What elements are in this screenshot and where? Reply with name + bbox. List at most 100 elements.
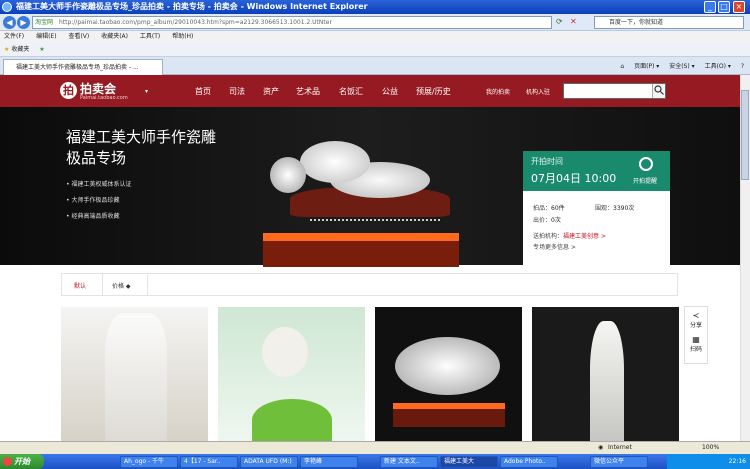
nav-preview-history[interactable]: 预展/历史 (416, 86, 451, 97)
green-dress-image (252, 399, 332, 441)
lots-count: 拍品：60件 (533, 203, 565, 212)
back-button[interactable]: ◀ (3, 16, 16, 29)
filter-bar: 默认 价格 ◆ (61, 273, 678, 296)
status-bar: ◉ Internet 100% (0, 441, 750, 454)
task-adata[interactable]: ADATA UFD (M:) (240, 456, 298, 468)
task-liyanfeng[interactable]: 李艳峰 (300, 456, 358, 468)
porcelain-chain-image (310, 219, 440, 227)
nav-my-auction[interactable]: 我的拍卖 (486, 87, 510, 96)
menu-help[interactable]: 帮助(H) (172, 33, 193, 40)
internet-zone-icon: ◉ (598, 444, 604, 451)
help-icon[interactable]: ? (741, 63, 744, 70)
minimize-button[interactable]: _ (704, 1, 716, 13)
menu-file[interactable]: 文件(F) (4, 33, 24, 40)
share-icon[interactable]: ≺ (685, 311, 707, 320)
views-label: 围观： (595, 205, 614, 212)
menu-edit[interactable]: 编辑(E) (36, 33, 56, 40)
zoom-level[interactable]: 100% (702, 442, 719, 454)
nav-assets[interactable]: 资产 (263, 86, 279, 97)
address-tag: 淘宝网 (35, 19, 54, 26)
scrollbar-thumb[interactable] (741, 90, 749, 180)
home-icon[interactable]: ⌂ (620, 63, 624, 70)
page-viewport: 拍 拍卖会 Paimai.taobao.com ▾ 首页 司法 资产 艺术品 名… (0, 75, 740, 441)
banner-title: 福建工美大师手作瓷雕 极品专场 (66, 127, 266, 169)
product-base-image (393, 403, 505, 427)
start-button[interactable]: 开始 (0, 454, 44, 469)
favorites-bar: ★ 收藏夹 ★ (0, 42, 750, 57)
clock-icon[interactable] (639, 157, 653, 171)
search-button[interactable] (652, 84, 665, 98)
banner-title-line2: 极品专场 (66, 149, 127, 167)
remind-button[interactable]: 开拍提醒 (633, 176, 657, 185)
more-info-link[interactable]: 专场更多信息 > (533, 242, 576, 251)
safety-menu[interactable]: 安全(S) ▾ (669, 63, 694, 70)
share-label[interactable]: 分享 (685, 320, 707, 329)
auction-time-header: 开拍时间 07月04日 10:00 开拍提醒 (523, 151, 670, 191)
task-ie-active[interactable]: 福建工美大 (440, 456, 498, 468)
lots-label: 拍品： (533, 205, 552, 212)
search-input[interactable]: 百度一下，你就知道 (594, 16, 744, 29)
product-card[interactable] (218, 307, 365, 441)
start-label: 开始 (14, 457, 30, 466)
qrcode-icon[interactable]: ▦ (685, 335, 707, 344)
scan-label[interactable]: 扫码 (685, 344, 707, 353)
address-input[interactable]: 淘宝网 http://paimai.taobao.com/pmp_album/2… (32, 16, 552, 29)
stop-icon[interactable]: ✕ (570, 17, 577, 26)
product-base-image (263, 233, 459, 267)
close-button[interactable]: × (733, 1, 745, 13)
task-notepad[interactable]: 新建 文本文.. (380, 456, 438, 468)
window-title: 福建工美大师手作瓷雕极品专场_珍品拍卖 - 拍卖专场 - 拍卖会 - Windo… (16, 2, 368, 11)
menu-favorites[interactable]: 收藏夹(A) (101, 33, 128, 40)
search-placeholder: 百度一下，你就知道 (609, 19, 664, 26)
nav-charity[interactable]: 公益 (382, 86, 398, 97)
chevron-down-icon[interactable]: ▾ (145, 88, 148, 95)
site-logo-sub: Paimai.taobao.com (80, 95, 128, 101)
bids-label: 出价： (533, 217, 552, 224)
site-search-input[interactable] (563, 83, 666, 99)
seller-link[interactable]: 福建工美创意 > (563, 233, 606, 240)
system-tray: 22:16 (667, 454, 750, 469)
views-value: 3390次 (613, 205, 635, 212)
windows-logo-icon (3, 457, 12, 466)
product-card[interactable] (61, 307, 208, 441)
start-time-label: 开拍时间 (531, 157, 563, 166)
banner-bullet: 经典高端品质收藏 (66, 211, 119, 220)
side-tools: ≺ 分享 ▦ 扫码 (684, 306, 708, 364)
favorites-label[interactable]: 收藏夹 (11, 46, 29, 53)
star-icon[interactable]: ★ (4, 46, 9, 53)
nav-art[interactable]: 艺术品 (296, 86, 320, 97)
tab-active[interactable]: 福建工美大师手作瓷雕极品专场_珍品拍卖 - ... (3, 59, 163, 75)
nav-home[interactable]: 首页 (195, 86, 211, 97)
menu-tools[interactable]: 工具(T) (140, 33, 160, 40)
porcelain-figure-image (590, 321, 624, 441)
special-banner[interactable]: 福建工美大师手作瓷雕 极品专场 福建工美权威体系认证 大师手作极品珍藏 经典高端… (0, 107, 740, 287)
banner-bullet: 福建工美权威体系认证 (66, 179, 131, 188)
sort-default[interactable]: 默认 (74, 281, 86, 290)
task-wechat-mp[interactable]: 微信公众平 (590, 456, 648, 468)
nav-judicial[interactable]: 司法 (229, 86, 245, 97)
paimai-logo-icon[interactable]: 拍 (60, 82, 77, 99)
clock[interactable]: 22:16 (729, 458, 746, 465)
sort-price[interactable]: 价格 ◆ (112, 281, 131, 290)
tools-menu[interactable]: 工具(O) ▾ (705, 63, 731, 70)
nav-org-join[interactable]: 机构入驻 (526, 87, 550, 96)
page-menu[interactable]: 页面(P) ▾ (634, 63, 659, 70)
product-card[interactable] (375, 307, 522, 441)
porcelain-gourd-image (300, 141, 370, 183)
menu-view[interactable]: 查看(V) (68, 33, 89, 40)
task-photoshop[interactable]: Adobe Photo.. (500, 456, 558, 468)
refresh-icon[interactable]: ⟳ (556, 17, 563, 26)
task-qianniu[interactable]: Ah_ogo - 千牛 (120, 456, 178, 468)
product-card[interactable] (532, 307, 679, 441)
nav-mingfan[interactable]: 名饭汇 (339, 86, 363, 97)
banner-bullet: 大师手作极品珍藏 (66, 195, 119, 204)
forward-button[interactable]: ▶ (17, 16, 30, 29)
add-favorite-icon[interactable]: ★ (39, 46, 44, 53)
maximize-button[interactable]: □ (718, 1, 730, 13)
command-bar: ⌂ 页面(P) ▾ 安全(S) ▾ 工具(O) ▾ ? (612, 61, 744, 70)
porcelain-flower-image (270, 157, 306, 193)
views-count: 围观：3390次 (595, 203, 634, 212)
site-header: 拍 拍卖会 Paimai.taobao.com ▾ 首页 司法 资产 艺术品 名… (0, 75, 740, 107)
bids-value: 0次 (551, 217, 561, 224)
task-sar[interactable]: 4【17 - Sar.. (180, 456, 238, 468)
